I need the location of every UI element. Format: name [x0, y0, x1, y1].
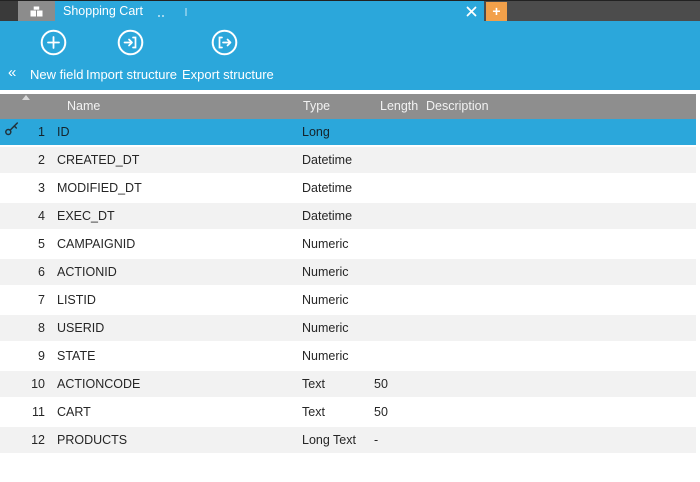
- column-header-type[interactable]: Type: [303, 94, 330, 119]
- field-name[interactable]: LISTID: [57, 287, 96, 313]
- field-name[interactable]: CREATED_DT: [57, 147, 139, 173]
- field-length[interactable]: -: [374, 427, 378, 453]
- row-number[interactable]: 5: [0, 231, 45, 257]
- field-name[interactable]: CART: [57, 399, 91, 425]
- export-circle-icon: [211, 29, 238, 56]
- field-length[interactable]: 50: [374, 399, 388, 425]
- field-name[interactable]: STATE: [57, 343, 95, 369]
- field-row-actionid[interactable]: 6 ACTIONID Numeric: [0, 259, 696, 285]
- row-number[interactable]: 12: [0, 427, 45, 453]
- field-type[interactable]: Text: [302, 399, 325, 425]
- row-number[interactable]: 7: [0, 287, 45, 313]
- row-number[interactable]: 11: [0, 399, 45, 425]
- field-type[interactable]: Text: [302, 371, 325, 397]
- tab-faint-dots: [158, 15, 160, 17]
- field-name[interactable]: USERID: [57, 315, 104, 341]
- export-structure-button[interactable]: [211, 29, 238, 56]
- new-field-button[interactable]: [40, 29, 67, 56]
- field-row-id[interactable]: 1 ID Long: [0, 119, 696, 145]
- field-row-listid[interactable]: 7 LISTID Numeric: [0, 287, 696, 313]
- module-icon-button[interactable]: [18, 1, 55, 22]
- window-corner: [0, 1, 18, 22]
- tab-title: Shopping Cart: [63, 1, 143, 21]
- field-type[interactable]: Numeric: [302, 287, 349, 313]
- field-row-actioncode[interactable]: 10 ACTIONCODE Text 50: [0, 371, 696, 397]
- row-number[interactable]: 10: [0, 371, 45, 397]
- field-type[interactable]: Numeric: [302, 343, 349, 369]
- field-type[interactable]: Datetime: [302, 147, 352, 173]
- close-tab-icon[interactable]: [465, 5, 478, 18]
- field-row-exec_dt[interactable]: 4 EXEC_DT Datetime: [0, 203, 696, 229]
- field-type[interactable]: Datetime: [302, 203, 352, 229]
- field-row-modified_dt[interactable]: 3 MODIFIED_DT Datetime: [0, 175, 696, 201]
- field-type[interactable]: Numeric: [302, 315, 349, 341]
- tab-shopping-cart[interactable]: Shopping Cart: [55, 1, 484, 22]
- field-length[interactable]: 50: [374, 371, 388, 397]
- grid-body: 1 ID Long 2 CREATED_DT Datetime 3 MODIFIED_DT Da…: [0, 119, 696, 453]
- grid-header: Name Type Length Description: [0, 94, 696, 119]
- field-row-campaignid[interactable]: 5 CAMPAIGNID Numeric: [0, 231, 696, 257]
- field-name[interactable]: ID: [57, 119, 70, 145]
- field-row-userid[interactable]: 8 USERID Numeric: [0, 315, 696, 341]
- field-type[interactable]: Numeric: [302, 259, 349, 285]
- import-circle-icon: [117, 29, 144, 56]
- sort-ascending-icon[interactable]: [22, 95, 30, 100]
- import-structure-button[interactable]: [117, 29, 144, 56]
- field-type[interactable]: Long Text: [302, 427, 356, 453]
- new-field-label[interactable]: New field: [30, 67, 83, 82]
- field-row-created_dt[interactable]: 2 CREATED_DT Datetime: [0, 147, 696, 173]
- row-number[interactable]: 3: [0, 175, 45, 201]
- field-name[interactable]: ACTIONID: [57, 259, 117, 285]
- row-number[interactable]: 6: [0, 259, 45, 285]
- tab-bar: Shopping Cart +: [0, 0, 700, 21]
- row-number[interactable]: 4: [0, 203, 45, 229]
- field-name[interactable]: PRODUCTS: [57, 427, 127, 453]
- field-row-products[interactable]: 12 PRODUCTS Long Text-: [0, 427, 696, 453]
- module-icon: [30, 6, 44, 17]
- field-row-cart[interactable]: 11 CART Text 50: [0, 399, 696, 425]
- field-name[interactable]: MODIFIED_DT: [57, 175, 142, 201]
- column-header-length[interactable]: Length: [380, 94, 418, 119]
- column-header-name[interactable]: Name: [67, 94, 100, 119]
- new-tab-button[interactable]: +: [486, 2, 507, 21]
- row-number[interactable]: 8: [0, 315, 45, 341]
- tab-faint-divider: [185, 8, 187, 16]
- row-number[interactable]: 1: [0, 119, 45, 145]
- app-window: Shopping Cart + «: [0, 0, 700, 482]
- field-type[interactable]: Numeric: [302, 231, 349, 257]
- column-header-description[interactable]: Description: [426, 94, 489, 119]
- export-structure-label[interactable]: Export structure: [182, 67, 274, 82]
- row-number[interactable]: 2: [0, 147, 45, 173]
- import-structure-label[interactable]: Import structure: [86, 67, 177, 82]
- field-type[interactable]: Datetime: [302, 175, 352, 201]
- toolbar: « New field Import structure: [0, 21, 700, 90]
- plus-circle-icon: [40, 29, 67, 56]
- field-name[interactable]: ACTIONCODE: [57, 371, 140, 397]
- collapse-toolbar-icon[interactable]: «: [8, 65, 16, 81]
- field-row-state[interactable]: 9 STATE Numeric: [0, 343, 696, 369]
- row-number[interactable]: 9: [0, 343, 45, 369]
- field-type[interactable]: Long: [302, 119, 330, 145]
- field-name[interactable]: EXEC_DT: [57, 203, 115, 229]
- field-name[interactable]: CAMPAIGNID: [57, 231, 135, 257]
